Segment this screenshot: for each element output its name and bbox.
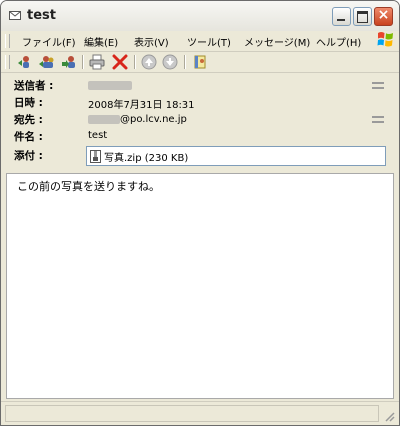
- menu-message[interactable]: メッセージ(M): [244, 34, 310, 49]
- forward-icon[interactable]: [61, 54, 77, 70]
- delete-icon[interactable]: [112, 54, 128, 70]
- redacted-sender: [88, 80, 132, 90]
- address-book-icon[interactable]: [192, 54, 208, 70]
- close-button[interactable]: ×: [374, 7, 393, 26]
- date-value: 2008年7月31日 18:31: [88, 100, 195, 111]
- from-label: 送信者 :: [14, 80, 54, 92]
- to-value: @po.lcv.ne.jp: [120, 114, 187, 125]
- status-bar: [1, 401, 399, 425]
- menu-view[interactable]: 表示(V): [134, 34, 169, 49]
- status-pane: [5, 405, 379, 422]
- reply-all-icon[interactable]: [39, 54, 55, 70]
- menu-tools[interactable]: ツール(T): [187, 34, 231, 49]
- title-bar[interactable]: test ×: [1, 1, 399, 32]
- attachment-item[interactable]: 写真.zip (230 KB): [104, 149, 188, 164]
- maximize-icon: [357, 11, 368, 23]
- maximize-button[interactable]: [353, 7, 372, 26]
- toolbar: [1, 52, 399, 73]
- menubar-grip[interactable]: [5, 34, 10, 48]
- attachment-list[interactable]: 写真.zip (230 KB): [86, 146, 386, 166]
- envelope-icon: [9, 11, 21, 20]
- message-window: test × ファイル(F) 編集(E) 表示(V) ツール(T) メッセージ(…: [0, 0, 400, 426]
- menu-file[interactable]: ファイル(F): [22, 34, 76, 49]
- toolbar-separator: [134, 55, 136, 69]
- toolbar-separator: [184, 55, 186, 69]
- windows-logo-icon: [377, 32, 393, 47]
- window-title: test: [27, 8, 56, 23]
- from-value: [88, 80, 132, 91]
- close-icon: ×: [377, 7, 390, 23]
- attachment-label: 添付 :: [14, 150, 43, 162]
- message-body-text: この前の写真を送りますね。: [17, 180, 160, 193]
- minimize-button[interactable]: [332, 7, 351, 26]
- redacted-recipient: [88, 114, 120, 124]
- menu-edit[interactable]: 編集(E): [84, 34, 118, 49]
- next-icon[interactable]: [162, 54, 178, 70]
- print-icon[interactable]: [89, 54, 105, 70]
- zip-file-icon: [90, 150, 101, 163]
- previous-icon[interactable]: [141, 54, 157, 70]
- subject-value: test: [88, 130, 108, 141]
- toolbar-separator: [82, 55, 84, 69]
- menu-bar: ファイル(F) 編集(E) 表示(V) ツール(T) メッセージ(M) ヘルプ(…: [1, 31, 399, 52]
- subject-label: 件名 :: [14, 131, 43, 143]
- to-expand-button[interactable]: [371, 115, 385, 125]
- reply-icon[interactable]: [17, 54, 33, 70]
- resize-grip-icon[interactable]: [383, 410, 395, 422]
- menu-help[interactable]: ヘルプ(H): [316, 34, 361, 49]
- minimize-icon: [337, 19, 345, 21]
- toolbar-grip[interactable]: [5, 55, 10, 69]
- to-value-wrap: @po.lcv.ne.jp: [88, 114, 187, 125]
- message-body[interactable]: この前の写真を送りますね。: [6, 173, 394, 399]
- from-expand-button[interactable]: [371, 81, 385, 91]
- date-label: 日時 :: [14, 97, 43, 109]
- to-label: 宛先 :: [14, 114, 43, 126]
